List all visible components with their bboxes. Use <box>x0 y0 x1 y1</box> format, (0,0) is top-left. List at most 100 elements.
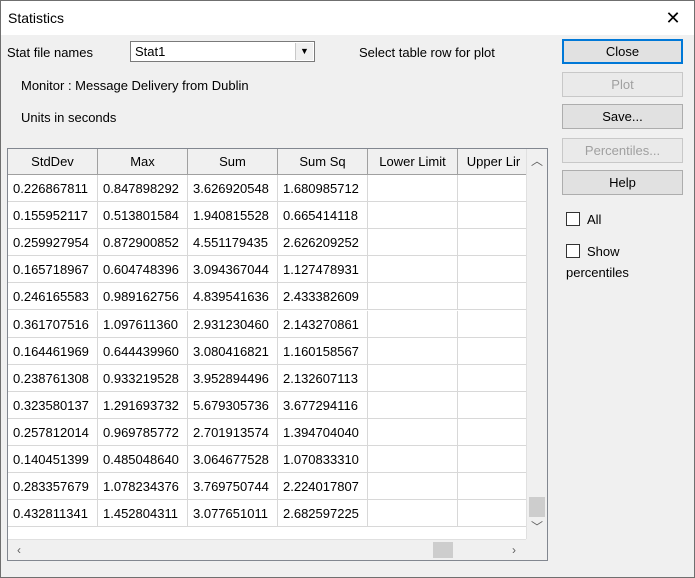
table-row[interactable]: 0.283357679 1.078234376 3.769750744 2.22401… <box>8 473 530 501</box>
table-cell: 0.604748396 <box>98 256 188 284</box>
table-cell: 0.847898292 <box>98 175 188 202</box>
table-cell <box>368 283 458 311</box>
save-button[interactable]: Save... <box>562 104 683 129</box>
table-cell: 2.701913574 <box>188 418 278 446</box>
table-cell <box>458 500 530 528</box>
table-row[interactable]: 0.238761308 0.933219528 3.952894496 2.13260… <box>8 364 530 392</box>
statistics-table[interactable]: StdDev Max Sum Sum Sq Lower Limit Upper Lir 0… <box>7 148 548 561</box>
table-cell: 1.680985712 <box>278 175 368 202</box>
table-cell <box>458 175 530 202</box>
table-row[interactable]: 0.140451399 0.485048640 3.064677528 1.07083… <box>8 446 530 473</box>
vertical-scrollbar[interactable]: ︿ ﹀ <box>526 149 547 539</box>
table-cell: 4.551179435 <box>188 229 278 257</box>
table-row[interactable]: 0.165718967 0.604748396 3.094367044 1.12747… <box>8 256 530 284</box>
table-cell <box>458 418 530 446</box>
percentiles-button[interactable]: Percentiles... <box>562 138 683 163</box>
table-cell: 3.677294116 <box>278 391 368 419</box>
table-cell <box>458 310 530 338</box>
table-cell: 3.952894496 <box>188 364 278 392</box>
window-title: Statistics <box>8 10 65 26</box>
table-cell: 0.665414118 <box>278 202 368 230</box>
help-button[interactable]: Help <box>562 170 683 195</box>
table-row[interactable]: 0.432811341 1.452804311 3.077651011 2.68259… <box>8 500 530 528</box>
table-cell: 0.226867811 <box>8 175 98 202</box>
scrollbar-corner <box>526 539 547 560</box>
scroll-down-icon[interactable]: ﹀ <box>528 518 546 536</box>
show-percentiles-checkbox[interactable] <box>566 244 580 258</box>
table-cell: 1.097611360 <box>98 310 188 338</box>
table-cell: 1.291693732 <box>98 391 188 419</box>
all-checkbox[interactable] <box>566 212 580 226</box>
table-cell: 3.077651011 <box>188 500 278 528</box>
table-cell <box>368 364 458 392</box>
percentiles-label: percentiles <box>566 265 629 280</box>
table-cell <box>458 283 530 311</box>
table-row[interactable]: 0.361707516 1.097611360 2.931230460 2.14327… <box>8 310 530 338</box>
table-cell <box>458 337 530 365</box>
horizontal-scrollbar[interactable]: ‹ › <box>8 539 526 560</box>
column-header[interactable]: Lower Limit <box>368 149 458 175</box>
table-cell: 3.094367044 <box>188 256 278 284</box>
close-icon[interactable]: ✕ <box>660 5 686 31</box>
table-cell <box>368 500 458 528</box>
table-cell: 1.078234376 <box>98 473 188 501</box>
table-cell: 0.933219528 <box>98 364 188 392</box>
statistics-dialog: Statistics ✕ Stat file names Stat1 ▼ Sel… <box>0 0 695 578</box>
scroll-right-icon[interactable]: › <box>505 541 523 559</box>
horizontal-scroll-thumb[interactable] <box>433 542 453 558</box>
table-cell: 0.969785772 <box>98 418 188 446</box>
table-cell: 2.433382609 <box>278 283 368 311</box>
table-cell: 2.931230460 <box>188 310 278 338</box>
table-cell: 3.080416821 <box>188 337 278 365</box>
table-row[interactable]: 0.155952117 0.513801584 1.940815528 0.66541… <box>8 202 530 230</box>
table-cell: 5.679305736 <box>188 391 278 419</box>
table-cell <box>368 418 458 446</box>
table-cell <box>458 446 530 473</box>
table-cell: 1.127478931 <box>278 256 368 284</box>
plot-button[interactable]: Plot <box>562 72 683 97</box>
table-cell: 0.323580137 <box>8 391 98 419</box>
table-row[interactable]: 0.257812014 0.969785772 2.701913574 1.39470… <box>8 418 530 446</box>
table-cell <box>368 310 458 338</box>
scroll-left-icon[interactable]: ‹ <box>10 541 28 559</box>
table-cell <box>368 256 458 284</box>
table-cell <box>368 446 458 473</box>
table-cell: 1.160158567 <box>278 337 368 365</box>
chevron-down-icon[interactable]: ▼ <box>295 43 313 60</box>
table-cell: 0.155952117 <box>8 202 98 230</box>
table-row[interactable]: 0.246165583 0.989162756 4.839541636 2.43338… <box>8 283 530 311</box>
table-cell <box>368 175 458 202</box>
table-cell <box>368 202 458 230</box>
stat-file-names-label: Stat file names <box>7 45 93 60</box>
table-row[interactable]: 0.259927954 0.872900852 4.551179435 2.62620… <box>8 229 530 257</box>
table-row[interactable]: 0.323580137 1.291693732 5.679305736 3.67729… <box>8 391 530 419</box>
stat-file-select[interactable]: Stat1 ▼ <box>130 41 315 62</box>
column-header[interactable]: Sum <box>188 149 278 175</box>
table-cell: 2.143270861 <box>278 310 368 338</box>
table-cell: 3.769750744 <box>188 473 278 501</box>
table-cell <box>458 391 530 419</box>
table-cell: 0.238761308 <box>8 364 98 392</box>
table-cell: 2.132607113 <box>278 364 368 392</box>
column-header[interactable]: Sum Sq <box>278 149 368 175</box>
scroll-up-icon[interactable]: ︿ <box>528 152 546 170</box>
table-cell: 0.246165583 <box>8 283 98 311</box>
table-cell: 0.259927954 <box>8 229 98 257</box>
table-cell: 1.394704040 <box>278 418 368 446</box>
table-cell <box>458 473 530 501</box>
table-cell: 1.452804311 <box>98 500 188 528</box>
table-cell: 0.361707516 <box>8 310 98 338</box>
column-header[interactable]: Max <box>98 149 188 175</box>
close-button[interactable]: Close <box>562 39 683 64</box>
vertical-scroll-thumb[interactable] <box>529 497 545 517</box>
table-cell: 2.224017807 <box>278 473 368 501</box>
column-header[interactable]: Upper Lir <box>458 149 530 175</box>
table-row[interactable]: 0.164461969 0.644439960 3.080416821 1.16015… <box>8 337 530 365</box>
table-cell: 4.839541636 <box>188 283 278 311</box>
table-cell: 0.432811341 <box>8 500 98 528</box>
column-header[interactable]: StdDev <box>8 149 98 175</box>
table-cell: 1.070833310 <box>278 446 368 473</box>
table-cell: 3.064677528 <box>188 446 278 473</box>
table-row[interactable]: 0.226867811 0.847898292 3.626920548 1.68098… <box>8 175 530 202</box>
table-cell: 3.626920548 <box>188 175 278 202</box>
